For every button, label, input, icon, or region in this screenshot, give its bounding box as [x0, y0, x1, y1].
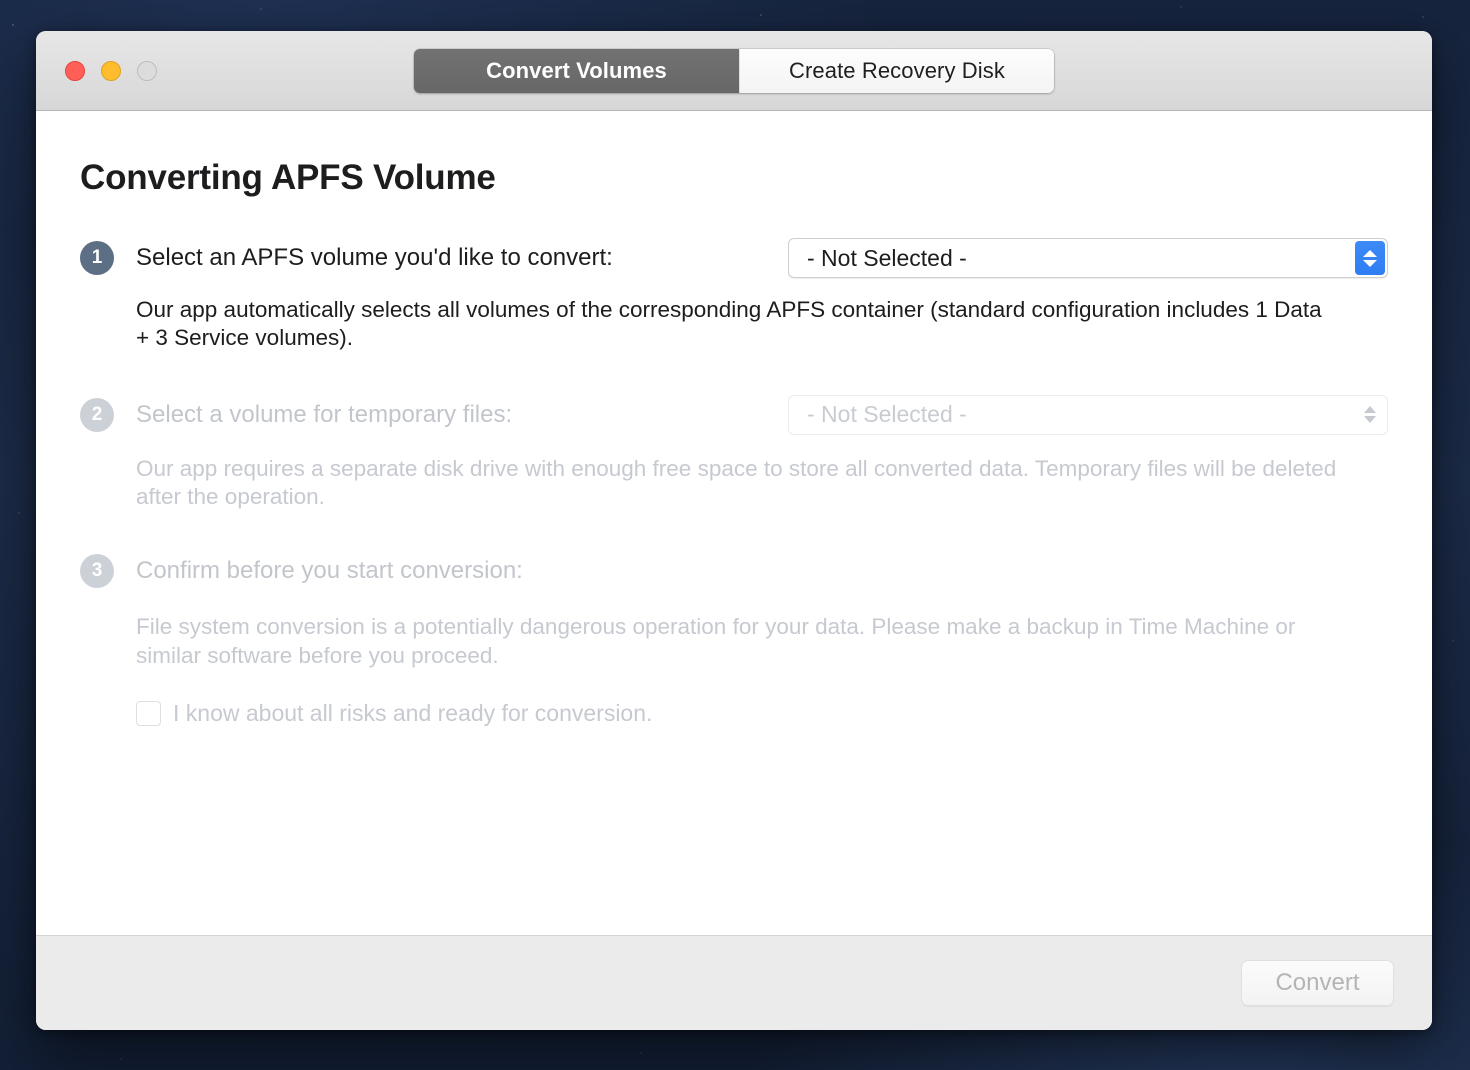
- main-content: Converting APFS Volume 1 Select an APFS …: [36, 111, 1432, 935]
- step-1-description: Our app automatically selects all volume…: [136, 297, 1322, 351]
- chevron-up-icon: [1364, 406, 1376, 414]
- risk-acknowledgement-row[interactable]: I know about all risks and ready for con…: [136, 700, 1388, 727]
- tab-convert-volumes[interactable]: Convert Volumes: [414, 48, 739, 93]
- temp-volume-select-value: - Not Selected -: [807, 401, 967, 428]
- step-2-description: Our app requires a separate disk drive w…: [136, 455, 1337, 510]
- window-footer: Convert: [36, 935, 1432, 1030]
- minimize-button[interactable]: [101, 60, 121, 81]
- step-3-header: 3 Confirm before you start conversion:: [80, 549, 1388, 593]
- step-2: 2 Select a volume for temporary files: -…: [80, 393, 1388, 512]
- step-1: 1 Select an APFS volume you'd like to co…: [80, 236, 1388, 353]
- step-3-badge: 3: [80, 554, 114, 589]
- temp-volume-select[interactable]: - Not Selected -: [788, 394, 1388, 435]
- convert-button[interactable]: Convert: [1241, 960, 1394, 1006]
- tab-bar: Convert Volumes Create Recovery Disk: [414, 48, 1054, 93]
- step-2-badge: 2: [80, 397, 114, 432]
- step-3: 3 Confirm before you start conversion: F…: [80, 549, 1388, 727]
- zoom-button[interactable]: [137, 60, 157, 81]
- tab-create-recovery-disk[interactable]: Create Recovery Disk: [739, 48, 1054, 93]
- step-1-label: Select an APFS volume you'd like to conv…: [136, 244, 613, 271]
- chevron-down-icon: [1364, 416, 1376, 424]
- step-1-badge: 1: [80, 241, 114, 275]
- step-2-label: Select a volume for temporary files:: [136, 400, 513, 428]
- traffic-lights: [65, 60, 157, 81]
- step-2-header: 2 Select a volume for temporary files: -…: [80, 393, 1388, 437]
- apfs-volume-select[interactable]: - Not Selected -: [788, 238, 1388, 278]
- apfs-volume-select-stepper[interactable]: [1355, 241, 1385, 275]
- step-3-label: Confirm before you start conversion:: [136, 557, 523, 585]
- close-button[interactable]: [65, 60, 85, 81]
- risk-acknowledgement-label: I know about all risks and ready for con…: [173, 700, 653, 727]
- step-3-description: File system conversion is a potentially …: [136, 614, 1296, 668]
- page-title: Converting APFS Volume: [80, 158, 496, 197]
- step-1-header: 1 Select an APFS volume you'd like to co…: [80, 236, 1388, 280]
- temp-volume-select-stepper[interactable]: [1355, 398, 1385, 432]
- apfs-volume-select-value: - Not Selected -: [807, 244, 967, 271]
- chevron-up-icon: [1363, 249, 1377, 257]
- chevron-down-icon: [1363, 259, 1377, 267]
- app-window: Convert Volumes Create Recovery Disk Con…: [36, 31, 1432, 1030]
- window-titlebar: Convert Volumes Create Recovery Disk: [36, 31, 1432, 111]
- risk-acknowledgement-checkbox[interactable]: [136, 701, 161, 727]
